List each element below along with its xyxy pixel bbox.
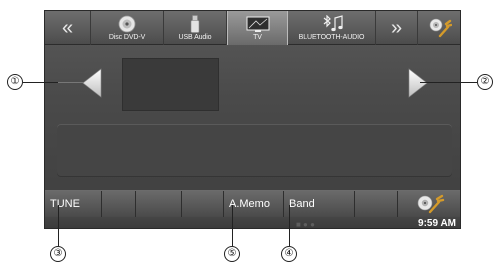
- source-label: TV: [253, 33, 262, 41]
- audio-setup-icon: [417, 194, 445, 214]
- source-next-button[interactable]: »: [376, 11, 418, 45]
- tv-icon: [246, 16, 269, 32]
- tune-label: TUNE: [50, 198, 80, 210]
- left-arrow-icon[interactable]: [82, 68, 102, 98]
- clock: 9:59 AM: [418, 218, 456, 229]
- band-label: Band: [289, 198, 315, 210]
- leader-line-3: [58, 205, 59, 246]
- setup-button[interactable]: [418, 11, 460, 45]
- callout-5: ⑤: [224, 246, 240, 262]
- right-arrow-icon[interactable]: [408, 68, 428, 98]
- double-chevron-left-icon: «: [61, 17, 74, 39]
- source-bar: « Disc DVD-V USB Audio TV BLUETOOTH-AUDI…: [45, 11, 460, 45]
- callout-1: ①: [7, 74, 23, 90]
- function-button-3[interactable]: [136, 191, 182, 217]
- tv-screen: « Disc DVD-V USB Audio TV BLUETOOTH-AUDI…: [44, 10, 461, 229]
- a-memo-label: A.Memo: [229, 198, 270, 210]
- callout-3: ③: [50, 246, 66, 262]
- source-prev-button[interactable]: «: [45, 11, 91, 45]
- callout-4: ④: [281, 246, 297, 262]
- source-usb-audio-button[interactable]: USB Audio: [164, 11, 227, 45]
- source-tv-button[interactable]: TV: [227, 11, 288, 45]
- source-bluetooth-audio-button[interactable]: BLUETOOTH-AUDIO: [288, 11, 376, 45]
- function-button-2[interactable]: [102, 191, 136, 217]
- leader-line-1: [23, 82, 60, 83]
- audio-setup-button[interactable]: [398, 191, 460, 217]
- leader-line-5: [232, 205, 233, 246]
- band-button[interactable]: Band: [284, 191, 355, 217]
- function-bar: TUNE A.Memo Band ■ ● ● 9:59 AM: [45, 190, 460, 229]
- status-icons: ■ ● ●: [296, 220, 315, 229]
- setup-icon: [429, 18, 452, 38]
- usb-icon: [190, 15, 200, 33]
- leader-line-1-extension: [58, 82, 83, 83]
- source-label: Disc DVD-V: [108, 34, 146, 41]
- source-disc-dvd-button[interactable]: Disc DVD-V: [91, 11, 164, 45]
- a-memo-button[interactable]: A.Memo: [224, 191, 284, 217]
- double-chevron-right-icon: »: [390, 17, 403, 39]
- callout-2: ②: [477, 74, 493, 90]
- info-panel: [57, 124, 452, 177]
- disc-icon: [118, 15, 136, 33]
- source-label: BLUETOOTH-AUDIO: [298, 34, 365, 41]
- leader-line-4: [289, 205, 290, 246]
- function-button-4[interactable]: [182, 191, 224, 217]
- video-display: [122, 58, 219, 111]
- tune-button[interactable]: TUNE: [45, 191, 102, 217]
- leader-line-2: [420, 82, 477, 83]
- function-button-7[interactable]: [355, 191, 398, 217]
- bluetooth-audio-icon: [323, 15, 343, 32]
- source-label: USB Audio: [178, 34, 212, 41]
